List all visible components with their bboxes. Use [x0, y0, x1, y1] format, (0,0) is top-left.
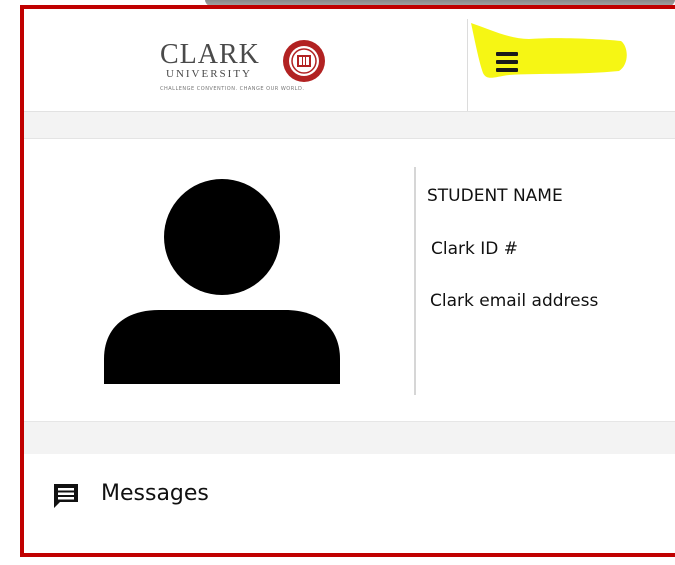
clark-email-label: Clark email address	[430, 291, 599, 311]
user-avatar-icon	[104, 179, 340, 384]
profile-card: STUDENT NAME Clark ID # Clark email addr…	[24, 139, 675, 421]
logo-wordmark: CLARK	[160, 39, 260, 70]
logo-tagline: CHALLENGE CONVENTION. CHANGE OUR WORLD.	[160, 86, 305, 92]
clark-id-label: Clark ID #	[431, 239, 519, 259]
logo-subtitle: UNIVERSITY	[166, 68, 252, 80]
messages-label: Messages	[101, 481, 209, 506]
student-name-label: STUDENT NAME	[427, 186, 563, 206]
messages-item[interactable]: Messages	[24, 454, 675, 553]
university-seal-icon	[283, 40, 325, 82]
app-screen: CLARK UNIVERSITY CHALLENGE CONVENTION. C…	[0, 0, 675, 565]
highlighter-mark	[471, 23, 627, 78]
section-separator	[24, 421, 675, 455]
message-icon	[54, 484, 78, 508]
profile-divider	[414, 167, 416, 395]
hamburger-menu-icon[interactable]	[490, 45, 524, 79]
app-header: CLARK UNIVERSITY CHALLENGE CONVENTION. C…	[24, 9, 675, 112]
section-separator	[24, 112, 675, 139]
clark-university-logo[interactable]: CLARK UNIVERSITY CHALLENGE CONVENTION. C…	[156, 35, 325, 101]
